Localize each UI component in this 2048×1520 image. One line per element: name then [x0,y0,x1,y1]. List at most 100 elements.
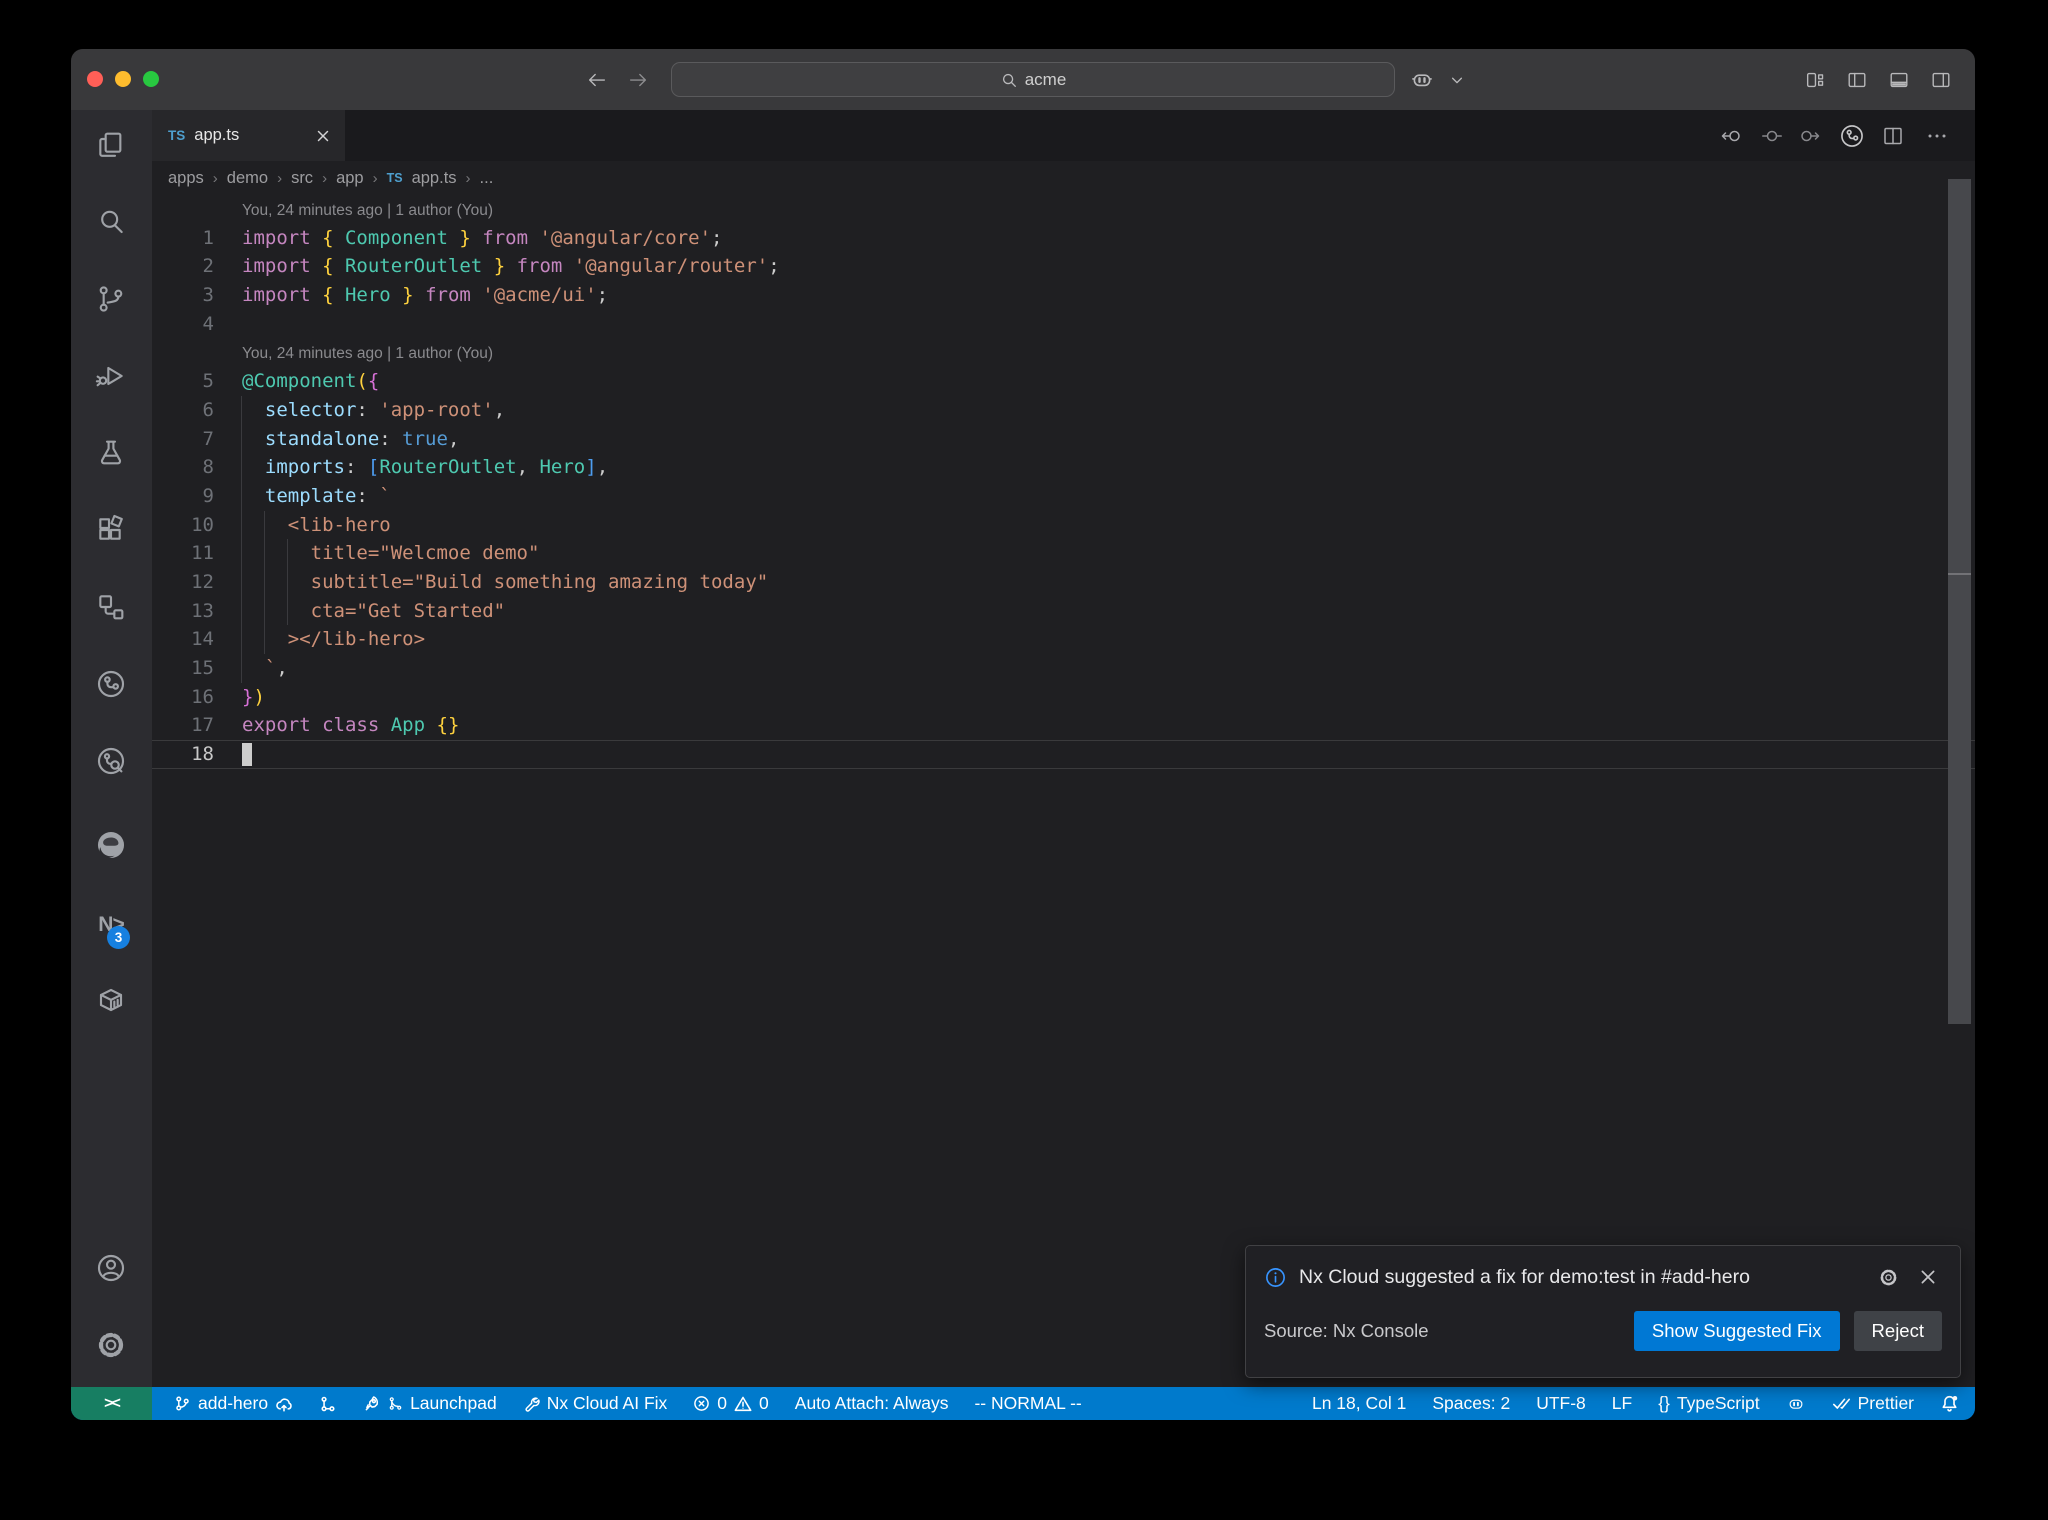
remote-indicator[interactable]: >< [71,1387,152,1420]
arrow-left-icon [588,73,606,87]
encoding-item[interactable]: UTF-8 [1536,1393,1586,1414]
code-line[interactable]: 7 standalone: true, [152,424,1975,454]
copilot-button[interactable] [1408,66,1436,94]
close-window-button[interactable] [87,71,103,87]
code-line[interactable]: 14 ></lib-hero> [152,625,1975,654]
split-editor-button[interactable] [1880,123,1906,149]
code-line[interactable]: 6 selector: 'app-root', [152,395,1975,425]
notification-settings-button[interactable] [1874,1263,1902,1291]
toggle-panel-button[interactable] [1885,66,1913,94]
prettier-item[interactable]: Prettier [1832,1393,1914,1414]
sidebar-item-hierarchy[interactable] [87,583,135,631]
notification-header: Nx Cloud suggested a fix for demo:test i… [1246,1246,1960,1291]
code-line[interactable]: 15 `, [152,654,1975,683]
next-change-button[interactable] [1797,123,1823,149]
sidebar-item-search[interactable] [87,198,135,246]
breadcrumb-item[interactable]: demo [227,169,268,188]
sidebar-item-source-control[interactable] [87,275,135,323]
close-icon [1921,1270,1935,1284]
notification-title: Nx Cloud suggested a fix for demo:test i… [1299,1265,1750,1288]
notification-close-button[interactable] [1914,1263,1942,1291]
open-commit-graph-button[interactable] [1839,123,1865,149]
copilot-menu-chevron[interactable] [1443,66,1471,94]
close-tab-button[interactable] [315,128,331,144]
beaker-icon [100,440,122,465]
hierarchy-icon [99,595,124,620]
minimize-window-button[interactable] [115,71,131,87]
open-changes-button[interactable] [1759,123,1785,149]
code-line[interactable]: 1 import { Component } from '@angular/cor… [152,224,1975,253]
sidebar-item-commit-graph[interactable] [87,660,135,708]
breadcrumb-item[interactable]: app [336,169,364,188]
code-line[interactable]: 11 title="Welcmoe demo" [152,539,1975,568]
breadcrumb-file[interactable]: app.ts [412,169,457,188]
code-line[interactable]: 13 cta="Get Started" [152,596,1975,626]
sidebar-item-run-debug[interactable] [87,352,135,400]
code-line[interactable]: 18 [152,740,1975,769]
tab-label: app.ts [194,126,240,144]
changes-icon [1762,130,1782,142]
code-line[interactable]: 9 template: ` [152,481,1975,511]
language-item[interactable]: {} TypeScript [1658,1393,1759,1414]
launchpad-item[interactable]: Launchpad [363,1393,497,1414]
commit-graph-icon [1841,125,1863,147]
rocket-icon [365,1395,379,1410]
reject-button[interactable]: Reject [1853,1311,1942,1351]
editor-scrollbar[interactable] [1948,179,1971,1024]
code-line[interactable]: 12 subtitle="Build something amazing tod… [152,567,1975,597]
error-icon [694,1396,710,1411]
code-line[interactable]: 16}) [152,683,1975,712]
vim-mode-item[interactable]: -- NORMAL -- [974,1393,1081,1414]
toggle-primary-sidebar-button[interactable] [1843,66,1871,94]
tab-app-ts[interactable]: TS app.ts [152,110,345,161]
eol-item[interactable]: LF [1612,1393,1632,1414]
previous-change-button[interactable] [1718,123,1744,149]
code-line[interactable]: 5 @Component({ [152,367,1975,396]
breadcrumb: apps › demo › src › app › TS app.ts › ... [152,161,1975,195]
warning-icon [734,1396,752,1411]
commit-graph-item[interactable] [319,1395,337,1413]
settings-button[interactable] [87,1321,135,1369]
sidebar-item-testing[interactable] [87,429,135,477]
auto-attach-item[interactable]: Auto Attach: Always [795,1393,949,1414]
code-line[interactable]: 10 <lib-hero [152,510,1975,540]
problems-item[interactable]: 0 0 [693,1393,769,1414]
breadcrumb-item[interactable]: src [291,169,313,188]
code-line[interactable]: 3 import { Hero } from '@acme/ui'; [152,281,1975,310]
show-suggested-fix-button[interactable]: Show Suggested Fix [1633,1311,1840,1351]
code-line[interactable]: 17 export class App {} [152,711,1975,740]
copilot-icon [1412,74,1432,87]
more-actions-button[interactable] [1924,123,1950,149]
sidebar-item-edge-tools[interactable] [87,821,135,869]
maximize-window-button[interactable] [143,71,159,87]
nx-badge: 3 [107,926,130,949]
files-icon [99,132,122,157]
command-center-search[interactable]: acme [671,62,1395,97]
customize-layout-icon [1806,72,1824,88]
nx-cloud-ai-fix-item[interactable]: Nx Cloud AI Fix [523,1393,667,1414]
sidebar-item-explorer[interactable] [87,121,135,169]
breadcrumb-overflow[interactable]: ... [480,169,494,188]
code-line[interactable]: 2 import { RouterOutlet } from '@angular/… [152,252,1975,281]
breadcrumb-item[interactable]: apps [168,169,204,188]
desktop-background: acme N> 3 TS app.ts apps › demo › src › … [0,0,2048,1520]
sidebar-item-containers[interactable] [87,976,135,1024]
indentation-item[interactable]: Spaces: 2 [1432,1393,1510,1414]
notifications-bell-item[interactable] [1940,1394,1959,1413]
cursor-position-item[interactable]: Ln 18, Col 1 [1312,1393,1406,1414]
account-button[interactable] [87,1244,135,1292]
editor[interactable]: You, 24 minutes ago | 1 author (You) 1 imp… [152,195,1975,1387]
eol-label: LF [1611,1393,1633,1413]
copilot-status-item[interactable] [1786,1394,1806,1414]
code-line[interactable]: 4 [152,310,1975,339]
customize-layout-button[interactable] [1801,66,1829,94]
toggle-secondary-sidebar-button[interactable] [1927,66,1955,94]
circle-branch-search-icon [97,747,125,775]
navigate-forward-button[interactable] [623,65,653,95]
code-line[interactable]: 8 imports: [RouterOutlet, Hero], [152,453,1975,482]
navigate-back-button[interactable] [582,65,612,95]
sidebar-item-extensions[interactable] [87,506,135,554]
sidebar-item-gitlens-inspect[interactable] [87,737,135,785]
notification-footer: Source: Nx Console Show Suggested Fix Re… [1246,1291,1960,1351]
git-branch-item[interactable]: add-hero [174,1393,293,1414]
